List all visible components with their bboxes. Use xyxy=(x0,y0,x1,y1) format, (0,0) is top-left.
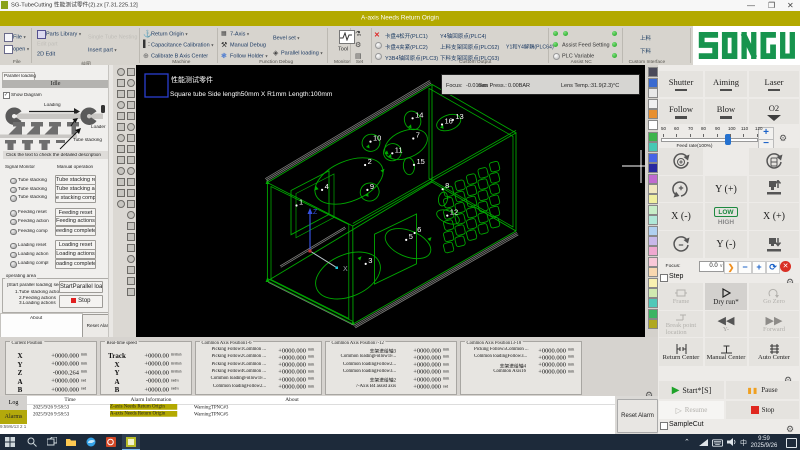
svg-text:31.9(2.3)°C: 31.9(2.3)°C xyxy=(591,83,619,89)
svg-text:Focus:: Focus: xyxy=(446,83,463,89)
svg-text:12: 12 xyxy=(450,208,458,217)
svg-text:性能测试零件: 性能测试零件 xyxy=(171,75,213,84)
svg-text:14: 14 xyxy=(415,110,423,119)
svg-text:3: 3 xyxy=(368,256,372,265)
svg-text:16: 16 xyxy=(445,117,453,126)
svg-text:Z: Z xyxy=(313,209,318,216)
svg-text:X: X xyxy=(343,266,348,273)
svg-text:5: 5 xyxy=(409,232,413,241)
svg-text:7: 7 xyxy=(416,131,420,140)
svg-text:2: 2 xyxy=(368,157,372,166)
svg-text:6: 6 xyxy=(417,225,421,234)
svg-text:1: 1 xyxy=(299,198,303,207)
svg-text:8: 8 xyxy=(445,181,449,190)
svg-text:0.00BAR: 0.00BAR xyxy=(508,83,530,89)
svg-text:10: 10 xyxy=(373,134,381,143)
svg-text:15: 15 xyxy=(417,157,425,166)
svg-text:13: 13 xyxy=(455,112,463,121)
svg-text:9: 9 xyxy=(370,182,374,191)
svg-text:Square tube Side length50mm X: Square tube Side length50mm X R1mm Lengt… xyxy=(170,91,333,98)
svg-text:Gas Press.:: Gas Press.: xyxy=(478,83,507,89)
svg-text:4: 4 xyxy=(325,182,329,191)
svg-text:11: 11 xyxy=(395,145,403,154)
svg-text:Lens Temp.:: Lens Temp.: xyxy=(561,83,591,89)
